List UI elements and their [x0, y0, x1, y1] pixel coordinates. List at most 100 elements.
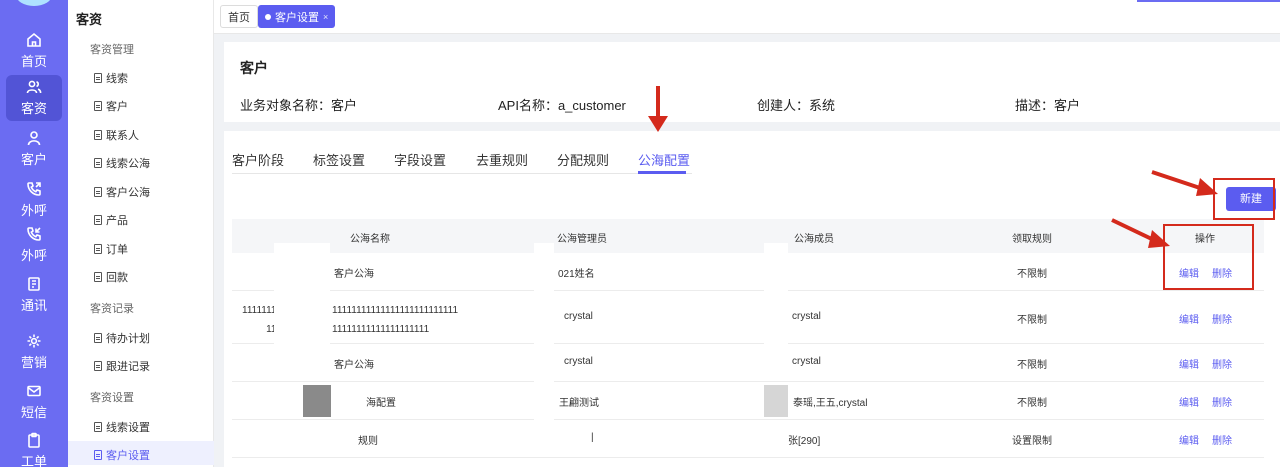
clipboard-icon	[28, 432, 40, 448]
edit-button[interactable]: 编辑	[1179, 356, 1199, 371]
user-icon	[27, 131, 41, 146]
pool-rule: 不限制	[1017, 360, 1047, 371]
menu-item-customer-settings[interactable]: 客户设置	[94, 447, 150, 463]
document-icon	[94, 272, 102, 282]
page-tab-bar: 首页 客户设置 ×	[214, 0, 1280, 34]
delete-button[interactable]: 删除	[1212, 432, 1232, 447]
menu-item-payment[interactable]: 回款	[94, 269, 128, 285]
rail-item-customer[interactable]: 客户	[6, 126, 62, 172]
edit-button[interactable]: 编辑	[1179, 394, 1199, 409]
pool-members: 泰瑶,王五,crystal	[793, 398, 868, 409]
tab-assign-rules[interactable]: 分配规则	[557, 150, 609, 169]
rail-item-contacts[interactable]: 通讯	[6, 272, 62, 318]
object-title: 客户	[240, 60, 268, 76]
rail-item-inbound[interactable]: 外呼	[6, 222, 62, 268]
pool-members: 张[290]	[788, 436, 821, 447]
object-description: 描述：客户	[1015, 98, 1081, 113]
icon-rail: 首页 客资 客户 外呼 外呼 通讯 营销 短信 工单	[0, 0, 68, 467]
close-icon[interactable]: ×	[323, 12, 328, 22]
phone-in-icon	[27, 227, 41, 241]
menu-group-heading: 客资记录	[90, 303, 134, 315]
pool-rule: 设置限制	[1012, 436, 1052, 447]
menu-item-lead-pool[interactable]: 线索公海	[94, 155, 150, 171]
document-icon	[94, 422, 102, 432]
menu-item-label: 客户设置	[106, 450, 150, 462]
pool-name: 规则	[358, 436, 378, 447]
menu-item-followup[interactable]: 跟进记录	[94, 358, 150, 374]
pool-admin: 021姓名	[558, 269, 595, 280]
column-header: 领取规则	[1012, 234, 1052, 245]
logo	[16, 0, 52, 6]
rail-label: 外呼	[20, 203, 47, 218]
table-row: 规则 | 张[290] 设置限制 编辑 删除	[232, 420, 1264, 458]
tab-dedup-rules[interactable]: 去重规则	[476, 150, 528, 169]
menu-item-label: 跟进记录	[106, 361, 150, 373]
menu-item-contact[interactable]: 联系人	[94, 127, 139, 143]
rail-label: 客资	[20, 101, 47, 116]
menu-item-customer-pool[interactable]: 客户公海	[94, 184, 150, 200]
pool-members: crystal	[792, 311, 821, 322]
menu-item-label: 线索	[106, 73, 128, 85]
annotation-box-actions	[1163, 224, 1254, 290]
top-accent-line	[1137, 0, 1280, 2]
tab-divider	[232, 173, 692, 174]
tab-label: 客户设置	[275, 11, 319, 24]
tab-pool-config[interactable]: 公海配置	[638, 150, 690, 169]
rail-label: 首页	[20, 54, 47, 69]
pool-name-prefix: 1111111 11	[242, 305, 277, 335]
edit-button[interactable]: 编辑	[1179, 311, 1199, 326]
rail-item-ticket[interactable]: 工单	[6, 428, 62, 467]
rail-item-outbound[interactable]: 外呼	[6, 177, 62, 223]
rail-label: 客户	[20, 152, 47, 167]
rail-item-home[interactable]: 首页	[6, 28, 62, 74]
rail-item-leads[interactable]: 客资	[6, 75, 62, 121]
app-root: 首页 客资 客户 外呼 外呼 通讯 营销 短信 工单 客资 客资管理 线索 客户…	[0, 0, 1280, 467]
column-header: 公海名称	[350, 234, 390, 245]
table-row: 海配置 王翩测试 泰瑶,王五,crystal 不限制 编辑 删除	[232, 382, 1264, 420]
menu-item-label: 待办计划	[106, 333, 150, 345]
tab-customer-stage[interactable]: 客户阶段	[232, 150, 284, 169]
document-icon	[94, 101, 102, 111]
menu-item-order[interactable]: 订单	[94, 241, 128, 257]
pool-admin: |	[591, 432, 594, 443]
menu-item-label: 产品	[106, 215, 128, 227]
rail-label: 工单	[20, 454, 47, 467]
delete-button[interactable]: 删除	[1212, 356, 1232, 371]
phone-out-icon	[27, 182, 41, 196]
rail-label: 短信	[20, 405, 47, 420]
annotation-arrow-down	[648, 86, 668, 132]
document-icon	[94, 187, 102, 197]
mail-icon	[27, 385, 41, 397]
rail-item-marketing[interactable]: 营销	[6, 329, 62, 375]
menu-item-lead-settings[interactable]: 线索设置	[94, 419, 150, 435]
menu-item-todo[interactable]: 待办计划	[94, 330, 150, 346]
document-icon	[94, 215, 102, 225]
menu-title: 客资	[76, 12, 103, 27]
object-biz-name: 业务对象名称：客户	[240, 98, 358, 113]
menu-item-leads[interactable]: 线索	[94, 70, 128, 86]
delete-button[interactable]: 删除	[1212, 311, 1232, 326]
rail-item-sms[interactable]: 短信	[6, 379, 62, 425]
delete-button[interactable]: 删除	[1212, 394, 1232, 409]
menu-item-label: 客户公海	[106, 187, 150, 199]
menu-item-product[interactable]: 产品	[94, 212, 128, 228]
pool-name: 11111111111111111111111111 1111111111111…	[332, 305, 459, 335]
tab-home[interactable]: 首页	[220, 5, 258, 28]
edit-button[interactable]: 编辑	[1179, 432, 1199, 447]
document-icon	[94, 361, 102, 371]
tab-customer-settings[interactable]: 客户设置 ×	[258, 5, 336, 28]
menu-item-label: 客户	[106, 101, 128, 113]
tab-field-settings[interactable]: 字段设置	[394, 150, 446, 169]
menu-item-label: 回款	[106, 272, 128, 284]
table-row: 客户公海 crystal crystal 不限制 编辑 删除	[232, 344, 1264, 382]
secondary-menu: 客资 客资管理 线索 客户 联系人 线索公海 客户公海 产品 订单 回款 客资记…	[68, 0, 214, 467]
rail-label: 营销	[20, 355, 47, 370]
tab-tag-settings[interactable]: 标签设置	[313, 150, 365, 169]
pool-members: crystal	[792, 356, 821, 367]
menu-item-label: 订单	[106, 244, 128, 256]
column-header: 公海管理员	[557, 234, 607, 245]
table-row: 客户公海 021姓名 不限制 编辑 删除	[232, 253, 1264, 291]
pool-rule: 不限制	[1017, 398, 1047, 409]
privacy-mask	[303, 385, 331, 417]
menu-item-customer[interactable]: 客户	[94, 98, 128, 114]
